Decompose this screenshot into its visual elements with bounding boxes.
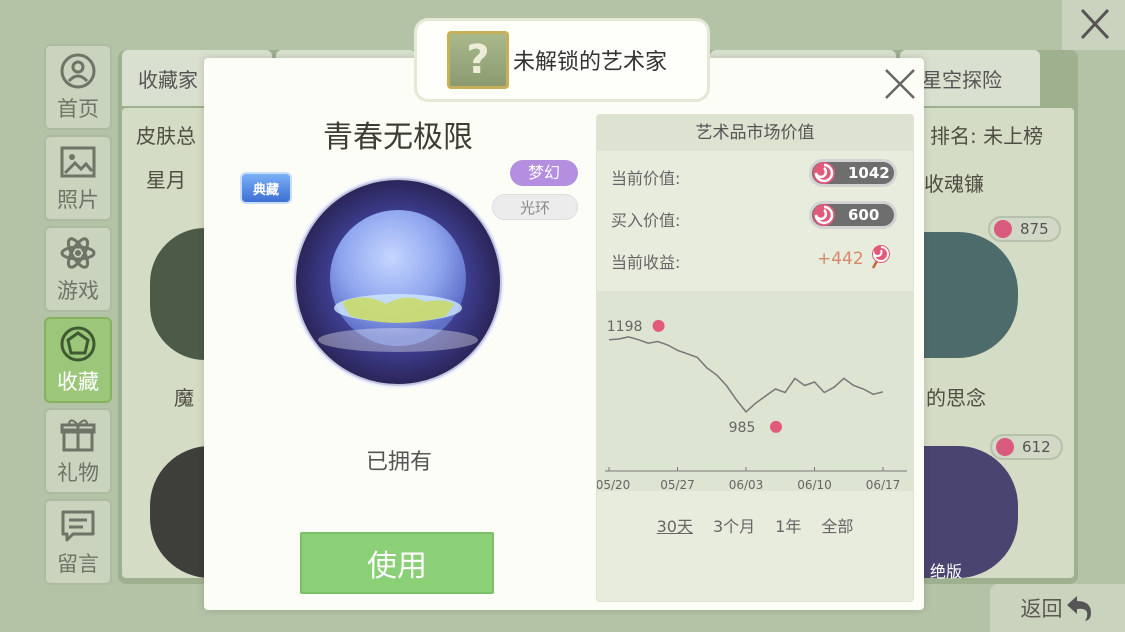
x-tick-label: 06/17: [866, 478, 901, 491]
use-button[interactable]: 使用: [300, 532, 494, 594]
range-all[interactable]: 全部: [821, 513, 853, 537]
gain-value: +442: [817, 249, 864, 269]
sidebar-item-label: 收藏: [57, 370, 99, 394]
right-item-name: 收魂镰: [924, 172, 984, 196]
sidebar-item-label: 留言: [57, 552, 99, 576]
buy-value: 600: [848, 206, 880, 224]
coin-bottom-value: 612: [1022, 438, 1051, 456]
market-title: 艺术品市场价值: [597, 115, 913, 151]
gain-label: 当前收益:: [611, 253, 681, 272]
sidebar-item-photos[interactable]: 照片: [44, 135, 112, 221]
photo-icon: [58, 142, 98, 182]
coin-badge-bottom: 612: [990, 434, 1063, 460]
range-1y[interactable]: 1年: [775, 513, 801, 537]
x-tick-label: 05/27: [660, 478, 695, 491]
owned-status: 已拥有: [365, 450, 432, 475]
tab-star-adventure-label: 星空探险: [922, 67, 1002, 92]
modal-close-button[interactable]: [880, 64, 920, 104]
sidebar-item-label: 礼物: [57, 461, 99, 485]
sidebar-item-gifts[interactable]: 礼物: [44, 408, 112, 494]
close-icon: [885, 69, 915, 99]
classic-badge: 典藏: [240, 172, 292, 204]
candy-icon: [813, 204, 835, 226]
edition-label: 绝版: [930, 562, 963, 581]
atom-icon: [58, 233, 98, 273]
sidebar-item-collection[interactable]: 收藏: [44, 317, 112, 403]
candy-icon: [871, 245, 890, 269]
sidebar-item-label: 游戏: [57, 279, 99, 303]
left-item-name-2: 魔: [174, 386, 194, 410]
gem-icon: [58, 324, 98, 364]
x-tick-label: 05/20: [597, 478, 630, 491]
candy-icon: [813, 162, 835, 184]
current-value-label: 当前价值:: [611, 169, 681, 188]
gift-icon: [58, 415, 98, 455]
tab-collector-label: 收藏家: [138, 67, 198, 92]
price-chart-svg: 05/20 05/27 06/03 06/10 06/17 1198 985: [596, 319, 907, 492]
candy-icon: [652, 319, 665, 332]
sidebar: 首页 照片 游戏 收藏 礼物 留言: [44, 44, 112, 590]
artist-banner: ? 未解锁的艺术家: [414, 18, 710, 102]
sidebar-item-messages[interactable]: 留言: [44, 499, 112, 585]
x-tick-label: 06/10: [797, 478, 832, 491]
sidebar-item-label: 首页: [57, 97, 99, 121]
right-item-name-2: 的思念: [926, 386, 986, 410]
top-close-button[interactable]: [1062, 0, 1125, 50]
price-annotation: 1198: [607, 319, 643, 335]
close-icon: [1080, 8, 1110, 40]
range-selector: 30天 3个月 1年 全部: [597, 513, 913, 537]
range-3m[interactable]: 3个月: [713, 513, 755, 537]
current-value: 1042: [848, 164, 890, 182]
coin-badge-top: 875: [988, 216, 1061, 242]
skin-total-label: 皮肤总: [136, 124, 196, 148]
back-label: 返回: [1020, 597, 1063, 621]
price-line: [608, 336, 884, 413]
price-annotation: 985: [729, 420, 756, 436]
dream-tag: 梦幻: [510, 160, 578, 186]
sidebar-item-games[interactable]: 游戏: [44, 226, 112, 312]
item-title: 青春无极限: [323, 120, 473, 155]
question-icon: ?: [447, 31, 509, 89]
rank-label: 排名: 未上榜: [930, 124, 1044, 148]
banner-label: 未解锁的艺术家: [513, 50, 668, 75]
halo-orb-image: [292, 176, 504, 388]
message-icon: [58, 506, 98, 546]
price-chart: 05/20 05/27 06/03 06/10 06/17 1198 985: [596, 291, 913, 492]
range-30d[interactable]: 30天: [657, 513, 693, 537]
buy-value-label: 买入价值:: [611, 211, 681, 230]
coin-top-value: 875: [1020, 220, 1049, 238]
left-item-name: 星月: [146, 168, 186, 192]
user-icon: [58, 51, 98, 91]
x-tick-label: 06/03: [729, 478, 764, 491]
back-arrow-icon: [1066, 596, 1091, 621]
sidebar-item-home[interactable]: 首页: [44, 44, 112, 130]
market-panel: 艺术品市场价值 当前价值: 1042 买入价值: 600 当前收益: +442 …: [596, 114, 914, 602]
candy-icon: [770, 420, 782, 433]
sidebar-item-label: 照片: [57, 188, 99, 212]
back-button[interactable]: 返回: [990, 584, 1125, 632]
